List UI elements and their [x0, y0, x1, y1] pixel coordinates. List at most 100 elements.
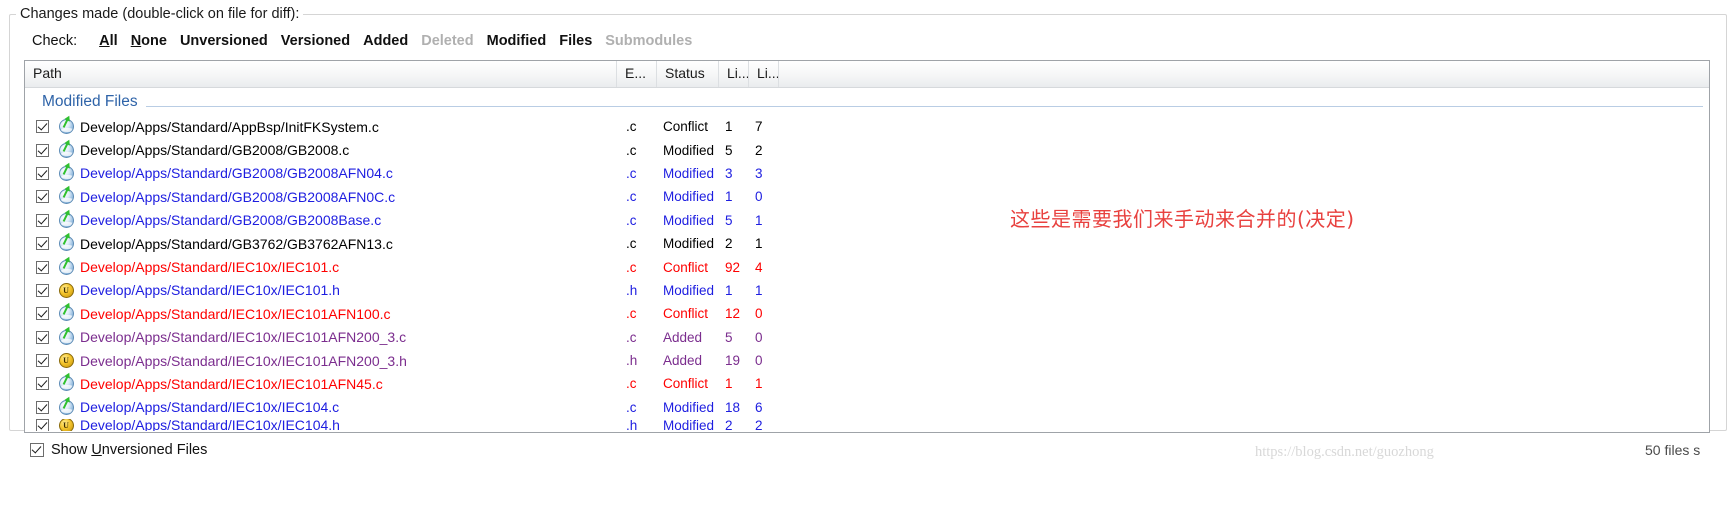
row-checkbox-cell[interactable] [25, 166, 55, 180]
table-row[interactable]: Develop/Apps/Standard/GB2008/GB2008Base.… [25, 209, 1709, 232]
row-checkbox-cell[interactable] [25, 354, 55, 368]
row-lines-removed: 0 [755, 329, 763, 345]
row-icon-cell [55, 374, 77, 392]
row-lines-added: 1 [725, 282, 733, 298]
check-link-unversioned[interactable]: Unversioned [180, 33, 268, 49]
row-status: Conflict [663, 376, 709, 392]
row-checkbox[interactable] [35, 419, 49, 432]
table-row[interactable]: Develop/Apps/Standard/GB2008/GB2008.c .c M… [25, 138, 1709, 161]
show-unversioned-checkbox[interactable] [30, 443, 44, 457]
row-lines-added: 1 [725, 189, 733, 205]
c-source-icon [58, 164, 75, 182]
row-checkbox-cell[interactable] [25, 400, 55, 414]
row-checkbox[interactable] [35, 377, 49, 391]
row-icon-cell [55, 327, 77, 346]
h-header-glyph: U [58, 282, 74, 298]
row-extension: .c [626, 142, 637, 158]
check-link-added[interactable]: Added [363, 33, 408, 49]
table-row[interactable]: U Develop/Apps/Standard/IEC10x/IEC104.h .h… [25, 419, 1709, 432]
row-status: Added [663, 353, 703, 369]
row-extension: .c [626, 236, 637, 252]
table-row[interactable]: U Develop/Apps/Standard/IEC10x/IEC101.h .h… [25, 279, 1709, 302]
row-checkbox-cell[interactable] [25, 419, 55, 432]
row-lines-removed: 0 [755, 189, 763, 205]
table-row[interactable]: Develop/Apps/Standard/AppBsp/InitFKSyste… [25, 115, 1709, 138]
row-checkbox-cell[interactable] [25, 260, 55, 274]
table-row[interactable]: Develop/Apps/Standard/GB2008/GB2008AFN04… [25, 162, 1709, 185]
table-row[interactable]: Develop/Apps/Standard/GB2008/GB2008AFN0C… [25, 185, 1709, 208]
table-row[interactable]: Develop/Apps/Standard/IEC10x/IEC101.c .c C… [25, 255, 1709, 278]
h-header-glyph: U [58, 353, 74, 369]
row-checkbox-cell[interactable] [25, 283, 55, 297]
table-row[interactable]: U Develop/Apps/Standard/IEC10x/IEC101AFN2… [25, 349, 1709, 372]
row-checkbox[interactable] [35, 283, 49, 297]
table-row[interactable]: Develop/Apps/Standard/IEC10x/IEC101AFN20… [25, 326, 1709, 349]
row-status: Conflict [663, 306, 709, 322]
row-status: Modified [663, 282, 715, 298]
row-checkbox-cell[interactable] [25, 330, 55, 344]
row-icon-cell: U [55, 419, 77, 432]
changed-files-list[interactable]: Path E... Status Li... Li... Modified Fi… [24, 60, 1710, 433]
row-checkbox[interactable] [35, 237, 49, 251]
row-checkbox[interactable] [35, 143, 49, 157]
row-checkbox[interactable] [35, 213, 49, 227]
row-checkbox[interactable] [35, 166, 49, 180]
row-checkbox[interactable] [35, 120, 49, 134]
row-path: Develop/Apps/Standard/IEC10x/IEC101AFN20… [80, 352, 407, 369]
column-header-extension[interactable]: E... [617, 61, 657, 87]
row-path: Develop/Apps/Standard/GB2008/GB2008.c [80, 142, 350, 159]
row-checkbox[interactable] [35, 190, 49, 204]
row-path: Develop/Apps/Standard/IEC10x/IEC101AFN45… [80, 375, 383, 392]
check-link-all[interactable]: All [99, 33, 118, 49]
group-header-modified-files[interactable]: Modified Files [25, 88, 1709, 115]
row-checkbox-cell[interactable] [25, 377, 55, 391]
row-lines-added: 5 [725, 329, 733, 345]
check-link-versioned[interactable]: Versioned [281, 33, 350, 49]
row-extension: .c [626, 376, 637, 392]
row-path: Develop/Apps/Standard/AppBsp/InitFKSyste… [80, 118, 379, 135]
row-lines-removed: 3 [755, 165, 763, 181]
c-source-icon [58, 117, 75, 135]
table-row[interactable]: Develop/Apps/Standard/GB3762/GB3762AFN13… [25, 232, 1709, 255]
row-icon-cell [55, 210, 77, 229]
c-source-icon [58, 234, 75, 252]
row-checkbox-cell[interactable] [25, 190, 55, 204]
table-row[interactable]: Develop/Apps/Standard/IEC10x/IEC101AFN10… [25, 302, 1709, 325]
row-checkbox[interactable] [35, 260, 49, 274]
check-link-modified[interactable]: Modified [487, 33, 547, 49]
row-status: Modified [663, 419, 715, 432]
row-path: Develop/Apps/Standard/GB2008/GB2008AFN04… [80, 165, 393, 182]
row-checkbox[interactable] [35, 330, 49, 344]
check-link-none[interactable]: None [131, 33, 167, 49]
check-link-files[interactable]: Files [559, 33, 592, 49]
row-checkbox-cell[interactable] [25, 120, 55, 134]
row-checkbox-cell[interactable] [25, 237, 55, 251]
group-header-rule [145, 106, 1703, 107]
row-lines-added: 1 [725, 119, 733, 135]
show-unversioned-row[interactable]: Show Unversioned Files [30, 442, 207, 458]
table-row[interactable]: Develop/Apps/Standard/IEC10x/IEC101AFN45… [25, 372, 1709, 395]
row-checkbox-cell[interactable] [25, 307, 55, 321]
column-header-lines-added[interactable]: Li... [719, 61, 749, 87]
row-path: Develop/Apps/Standard/IEC10x/IEC101AFN10… [80, 305, 391, 322]
row-checkbox-cell[interactable] [25, 143, 55, 157]
row-checkbox[interactable] [35, 354, 49, 368]
watermark-url: https://blog.csdn.net/guozhong [1255, 444, 1434, 460]
column-header-status[interactable]: Status [657, 61, 719, 87]
c-source-icon [58, 187, 75, 205]
row-checkbox-cell[interactable] [25, 213, 55, 227]
commit-dialog: Changes made (double-click on file for d… [0, 0, 1735, 507]
row-checkbox[interactable] [35, 307, 49, 321]
table-row[interactable]: Develop/Apps/Standard/IEC10x/IEC104.c .c M… [25, 396, 1709, 419]
row-checkbox[interactable] [35, 400, 49, 414]
row-status: Modified [663, 399, 715, 415]
check-link-deleted: Deleted [421, 33, 474, 49]
column-header-path[interactable]: Path [25, 61, 617, 87]
row-lines-added: 2 [725, 419, 733, 432]
column-header-lines-removed[interactable]: Li... [749, 61, 779, 87]
row-status: Added [663, 329, 703, 345]
row-icon-cell [55, 164, 77, 182]
row-extension: .c [626, 165, 637, 181]
row-extension: .h [626, 282, 638, 298]
show-unversioned-label: Show Unversioned Files [51, 442, 208, 458]
